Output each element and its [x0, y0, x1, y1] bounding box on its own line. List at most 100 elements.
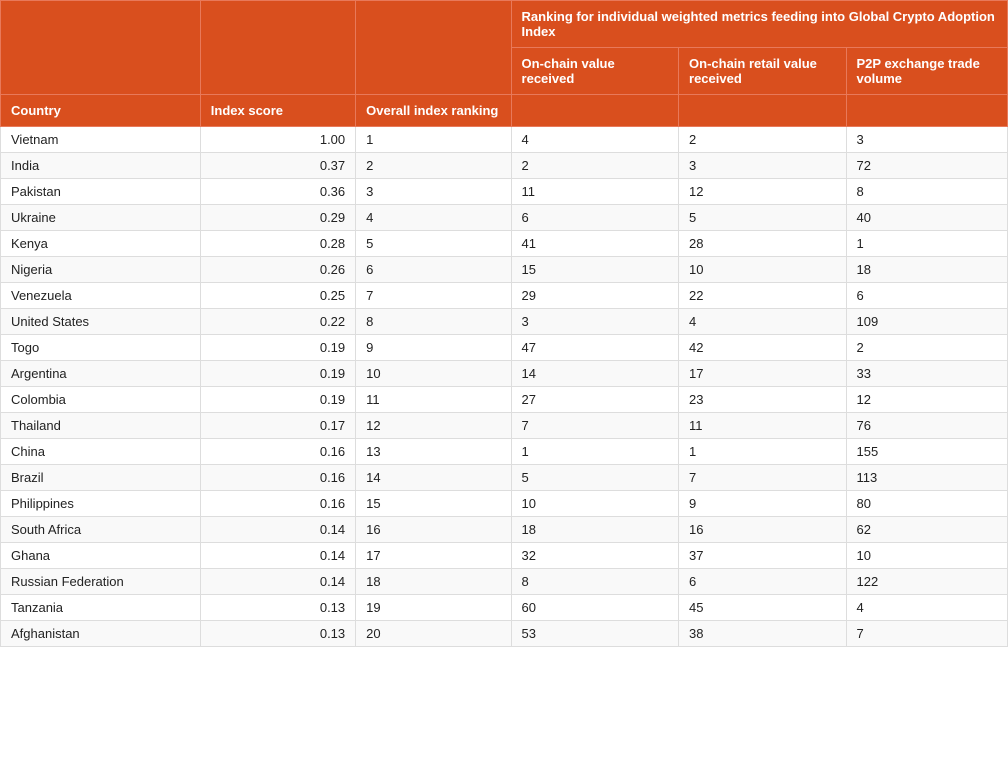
cell-retail: 42: [679, 335, 846, 361]
cell-retail: 6: [679, 569, 846, 595]
cell-overall: 18: [356, 569, 511, 595]
empty-col1: [1, 1, 201, 95]
cell-retail: 1: [679, 439, 846, 465]
cell-index: 0.19: [200, 335, 355, 361]
col-header-p2p: P2P exchange trade volume: [846, 48, 1008, 95]
cell-country: China: [1, 439, 201, 465]
cell-onchain-value: 60: [511, 595, 678, 621]
cell-overall: 9: [356, 335, 511, 361]
banner-row: Ranking for individual weighted metrics …: [1, 1, 1008, 48]
cell-overall: 5: [356, 231, 511, 257]
cell-p2p: 122: [846, 569, 1008, 595]
cell-retail: 10: [679, 257, 846, 283]
cell-country: Argentina: [1, 361, 201, 387]
cell-onchain-value: 53: [511, 621, 678, 647]
table-row: Venezuela0.25729226: [1, 283, 1008, 309]
table-body: Vietnam1.001423India0.3722372Pakistan0.3…: [1, 127, 1008, 647]
cell-onchain-value: 6: [511, 205, 678, 231]
cell-onchain-value: 11: [511, 179, 678, 205]
table-row: Kenya0.28541281: [1, 231, 1008, 257]
cell-onchain-value: 18: [511, 517, 678, 543]
cell-index: 0.13: [200, 621, 355, 647]
cell-overall: 13: [356, 439, 511, 465]
cell-retail: 4: [679, 309, 846, 335]
cell-p2p: 2: [846, 335, 1008, 361]
cell-onchain-value: 10: [511, 491, 678, 517]
empty-col3: [356, 1, 511, 95]
cell-index: 1.00: [200, 127, 355, 153]
cell-onchain-value: 3: [511, 309, 678, 335]
cell-overall: 10: [356, 361, 511, 387]
cell-p2p: 18: [846, 257, 1008, 283]
cell-p2p: 1: [846, 231, 1008, 257]
cell-overall: 12: [356, 413, 511, 439]
cell-retail: 9: [679, 491, 846, 517]
cell-p2p: 76: [846, 413, 1008, 439]
cell-onchain-value: 4: [511, 127, 678, 153]
cell-retail: 7: [679, 465, 846, 491]
cell-overall: 7: [356, 283, 511, 309]
cell-country: Brazil: [1, 465, 201, 491]
cell-p2p: 80: [846, 491, 1008, 517]
table-row: Tanzania0.131960454: [1, 595, 1008, 621]
cell-onchain-value: 2: [511, 153, 678, 179]
cell-p2p: 4: [846, 595, 1008, 621]
cell-overall: 3: [356, 179, 511, 205]
crypto-adoption-table: Ranking for individual weighted metrics …: [0, 0, 1008, 647]
cell-onchain-value: 47: [511, 335, 678, 361]
cell-overall: 8: [356, 309, 511, 335]
table-row: Ghana0.1417323710: [1, 543, 1008, 569]
cell-country: Tanzania: [1, 595, 201, 621]
cell-onchain-value: 8: [511, 569, 678, 595]
table-row: China0.161311155: [1, 439, 1008, 465]
cell-p2p: 155: [846, 439, 1008, 465]
cell-overall: 16: [356, 517, 511, 543]
table-row: Ukraine0.2946540: [1, 205, 1008, 231]
cell-retail: 45: [679, 595, 846, 621]
ranking-banner: Ranking for individual weighted metrics …: [511, 1, 1007, 48]
cell-p2p: 109: [846, 309, 1008, 335]
cell-onchain-value: 7: [511, 413, 678, 439]
cell-p2p: 6: [846, 283, 1008, 309]
cell-retail: 38: [679, 621, 846, 647]
cell-retail: 23: [679, 387, 846, 413]
cell-retail: 28: [679, 231, 846, 257]
cell-index: 0.28: [200, 231, 355, 257]
cell-country: Kenya: [1, 231, 201, 257]
cell-index: 0.26: [200, 257, 355, 283]
col-header-retail: On-chain retail value received: [679, 48, 846, 95]
cell-country: Afghanistan: [1, 621, 201, 647]
cell-index: 0.16: [200, 465, 355, 491]
cell-onchain-value: 27: [511, 387, 678, 413]
main-header-row: Country Index score Overall index rankin…: [1, 95, 1008, 127]
cell-retail: 37: [679, 543, 846, 569]
cell-onchain-value: 14: [511, 361, 678, 387]
col-header-overall: Overall index ranking: [356, 95, 511, 127]
cell-index: 0.36: [200, 179, 355, 205]
cell-retail: 3: [679, 153, 846, 179]
cell-overall: 19: [356, 595, 511, 621]
cell-country: Vietnam: [1, 127, 201, 153]
cell-retail: 17: [679, 361, 846, 387]
cell-country: Philippines: [1, 491, 201, 517]
col-header-index: Index score: [200, 95, 355, 127]
cell-p2p: 8: [846, 179, 1008, 205]
cell-retail: 2: [679, 127, 846, 153]
cell-p2p: 3: [846, 127, 1008, 153]
table-row: Philippines0.161510980: [1, 491, 1008, 517]
table-row: Argentina0.1910141733: [1, 361, 1008, 387]
table-row: Colombia0.1911272312: [1, 387, 1008, 413]
cell-index: 0.22: [200, 309, 355, 335]
cell-index: 0.17: [200, 413, 355, 439]
cell-onchain-value: 41: [511, 231, 678, 257]
cell-country: India: [1, 153, 201, 179]
table-row: Vietnam1.001423: [1, 127, 1008, 153]
table-row: Russian Federation0.141886122: [1, 569, 1008, 595]
col-header-country: Country: [1, 95, 201, 127]
empty-col2: [200, 1, 355, 95]
col-header-retail2: [679, 95, 846, 127]
cell-p2p: 72: [846, 153, 1008, 179]
cell-retail: 5: [679, 205, 846, 231]
cell-p2p: 40: [846, 205, 1008, 231]
cell-index: 0.37: [200, 153, 355, 179]
